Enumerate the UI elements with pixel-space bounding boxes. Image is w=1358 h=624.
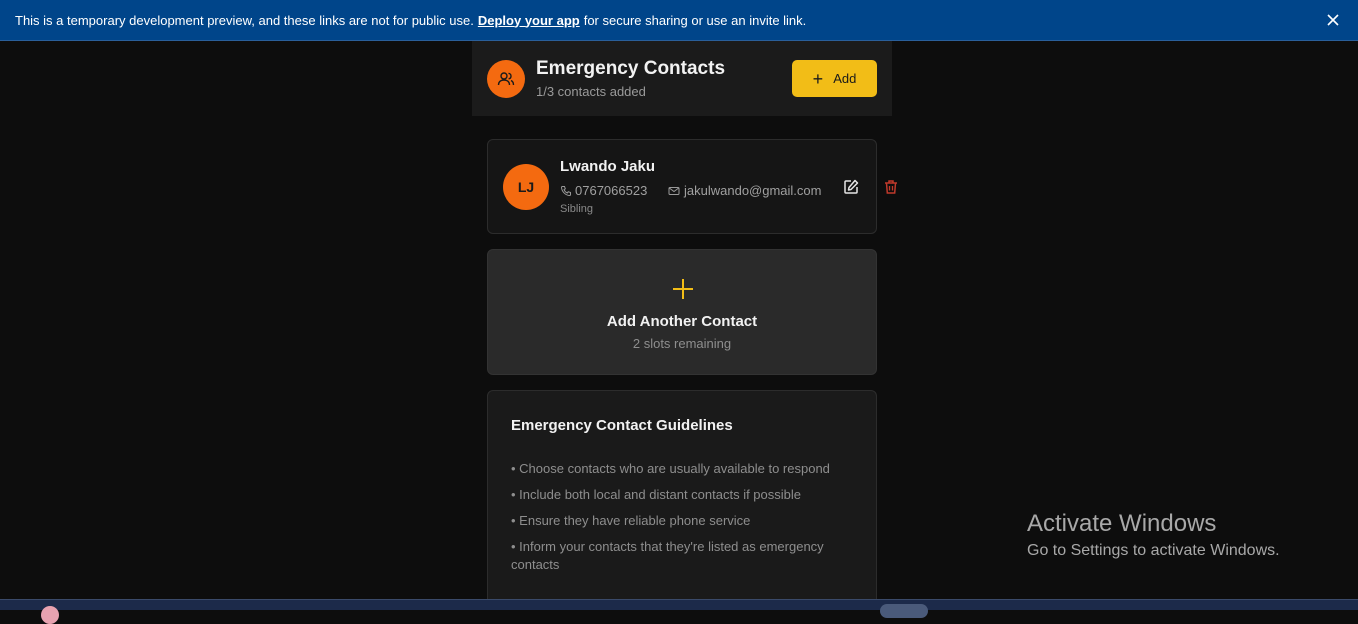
page-title: Emergency Contacts bbox=[536, 58, 726, 79]
add-another-contact-card[interactable]: Add Another Contact 2 slots remaining bbox=[487, 249, 877, 375]
contact-email: jakulwando@gmail.com bbox=[668, 183, 821, 198]
dev-preview-banner: This is a temporary development preview,… bbox=[0, 0, 1358, 41]
add-button-label: Add bbox=[833, 71, 857, 86]
contact-phone: 0767066523 bbox=[560, 183, 647, 198]
deploy-app-link[interactable]: Deploy your app bbox=[478, 13, 580, 28]
guidelines-card: Emergency Contact Guidelines • Choose co… bbox=[487, 390, 877, 610]
guideline-item: • Inform your contacts that they're list… bbox=[511, 539, 824, 572]
add-another-label: Add Another Contact bbox=[606, 313, 758, 330]
users-icon bbox=[487, 60, 525, 98]
edit-icon[interactable] bbox=[842, 178, 860, 196]
avatar: LJ bbox=[503, 164, 549, 210]
phone-icon bbox=[560, 185, 571, 196]
guideline-item: • Choose contacts who are usually availa… bbox=[511, 461, 830, 476]
plus-icon bbox=[673, 279, 693, 299]
contact-name: Lwando Jaku bbox=[560, 158, 656, 175]
emergency-contacts-header: Emergency Contacts 1/3 contacts added + … bbox=[472, 41, 892, 116]
guideline-item: • Include both local and distant contact… bbox=[511, 487, 802, 502]
slots-remaining: 2 slots remaining bbox=[632, 336, 732, 351]
activate-windows-watermark: Activate Windows Go to Settings to activ… bbox=[1027, 510, 1280, 560]
watermark-subtitle: Go to Settings to activate Windows. bbox=[1027, 542, 1280, 559]
banner-text-after: for secure sharing or use an invite link… bbox=[583, 12, 807, 28]
contact-card: LJ Lwando Jaku 0767066523 jakulwando@gma… bbox=[487, 139, 897, 234]
taskbar-app-icon[interactable] bbox=[41, 606, 59, 624]
guidelines-title: Emergency Contact Guidelines bbox=[511, 417, 733, 434]
guideline-item: • Ensure they have reliable phone servic… bbox=[511, 513, 751, 528]
relationship-label: Sibling bbox=[560, 203, 594, 215]
phone-number: 0767066523 bbox=[575, 183, 648, 198]
contacts-count: 1/3 contacts added bbox=[536, 84, 646, 99]
taskbar bbox=[0, 599, 1358, 624]
close-icon[interactable] bbox=[1324, 11, 1342, 29]
mail-icon bbox=[668, 186, 680, 195]
add-contact-button[interactable]: + Add bbox=[792, 60, 877, 97]
email-address: jakulwando@gmail.com bbox=[684, 183, 822, 198]
taskbar-widget[interactable] bbox=[880, 604, 928, 618]
guidelines-list: • Choose contacts who are usually availa… bbox=[511, 460, 841, 582]
plus-icon: + bbox=[812, 68, 824, 89]
watermark-title: Activate Windows bbox=[1027, 510, 1217, 537]
trash-icon[interactable] bbox=[882, 178, 900, 196]
banner-text: This is a temporary development preview,… bbox=[15, 12, 474, 28]
